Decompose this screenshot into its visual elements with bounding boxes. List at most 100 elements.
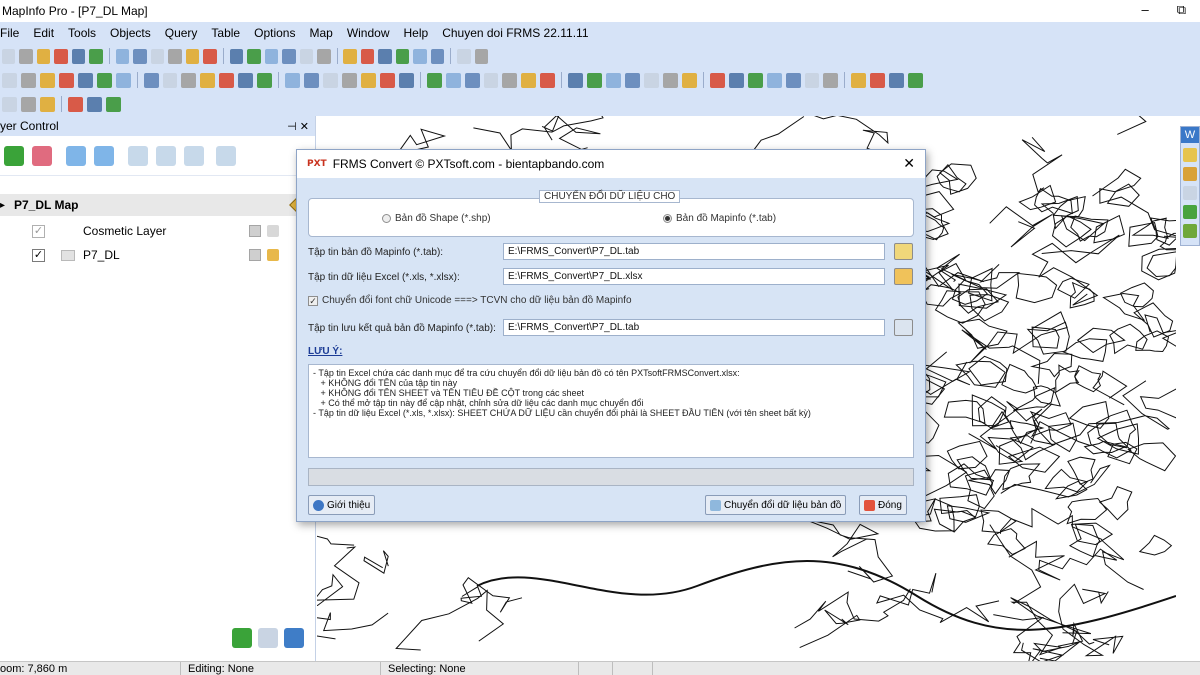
menu-help[interactable]: Help <box>397 26 436 40</box>
layer-row-p7-dl[interactable]: ✓ P7_DL <box>0 244 300 266</box>
toolbar-tool-icon[interactable] <box>395 48 410 64</box>
toolbar-tool-icon[interactable] <box>19 48 33 64</box>
toolbar-tool-icon[interactable] <box>77 72 93 88</box>
toolbar-tool-icon[interactable] <box>87 96 102 112</box>
toolbar-tool-icon[interactable] <box>181 72 197 88</box>
toolbar-tool-icon[interactable] <box>229 48 244 64</box>
layer-properties-icon[interactable] <box>128 145 148 166</box>
toolbar-tool-icon[interactable] <box>804 72 820 88</box>
menu-options[interactable]: Options <box>247 26 302 40</box>
toolbar-tool-icon[interactable] <box>185 48 200 64</box>
toolbar-tool-icon[interactable] <box>445 72 461 88</box>
toolbar-tool-icon[interactable] <box>766 72 782 88</box>
menu-table[interactable]: Table <box>204 26 247 40</box>
tool-icon[interactable] <box>1183 186 1197 200</box>
toolbar-tool-icon[interactable] <box>238 72 254 88</box>
tool-icon[interactable] <box>1183 148 1197 162</box>
toolbar-tool-icon[interactable] <box>662 72 678 88</box>
toolbar-tool-icon[interactable] <box>426 72 442 88</box>
collapse-toggle-icon[interactable]: ▸ <box>0 200 5 211</box>
menu-query[interactable]: Query <box>158 26 205 40</box>
toolbar-tool-icon[interactable] <box>68 96 83 112</box>
radio-mapinfo-dot[interactable] <box>663 214 672 223</box>
remove-layer-icon[interactable] <box>32 145 52 166</box>
toolbar-tool-icon[interactable] <box>464 72 480 88</box>
tool-icon[interactable] <box>1183 224 1197 238</box>
excel-file-input[interactable]: E:\FRMS_Convert\P7_DL.xlsx <box>503 268 885 285</box>
menu-edit[interactable]: Edit <box>26 26 61 40</box>
toolbar-tool-icon[interactable] <box>115 72 131 88</box>
convert-button[interactable]: Chuyển đổi dữ liệu bản đồ <box>705 495 847 515</box>
label-settings-icon[interactable] <box>184 145 204 166</box>
toolbar-tool-icon[interactable] <box>360 72 376 88</box>
toolbar-tool-icon[interactable] <box>282 48 296 64</box>
mapinfo-file-input[interactable]: E:\FRMS_Convert\P7_DL.tab <box>503 243 885 260</box>
toolbar-tool-icon[interactable] <box>378 48 392 64</box>
editable-toggle-icon[interactable] <box>249 249 261 261</box>
toolbar-tool-icon[interactable] <box>39 72 55 88</box>
apply-icon[interactable] <box>232 628 252 648</box>
toolbar-tool-icon[interactable] <box>606 72 622 88</box>
toolbar-tool-icon[interactable] <box>285 72 301 88</box>
toolbar-tool-icon[interactable] <box>247 48 261 64</box>
map-node[interactable]: ▸ P7_DL Map <box>0 194 309 216</box>
toolbar-tool-icon[interactable] <box>200 72 216 88</box>
toolbar-tool-icon[interactable] <box>58 72 74 88</box>
browse-folder-icon[interactable] <box>894 243 913 260</box>
toolbar-tool-icon[interactable] <box>379 72 395 88</box>
toolbar-tool-icon[interactable] <box>398 72 414 88</box>
display-settings-icon[interactable] <box>156 145 176 166</box>
toolbar-tool-icon[interactable] <box>343 48 357 64</box>
toolbar-tool-icon[interactable] <box>143 72 159 88</box>
close-button[interactable]: Đóng <box>859 495 907 515</box>
toolbar-tool-icon[interactable] <box>150 48 165 64</box>
toolbar-tool-icon[interactable] <box>323 72 338 88</box>
browse-folder-icon[interactable] <box>894 268 913 285</box>
toolbar-tool-icon[interactable] <box>21 96 36 112</box>
thematic-icon[interactable] <box>216 145 236 166</box>
toolbar-tool-icon[interactable] <box>587 72 603 88</box>
menu-window[interactable]: Window <box>340 26 397 40</box>
toolbar-tool-icon[interactable] <box>474 48 489 64</box>
p7-dl-visibility-checkbox[interactable]: ✓ <box>32 248 45 262</box>
toolbar-tool-icon[interactable] <box>413 48 427 64</box>
toolbar-tool-icon[interactable] <box>502 72 518 88</box>
minimize-button[interactable]: – <box>1141 2 1148 18</box>
toolbar-tool-icon[interactable] <box>2 72 17 88</box>
toolbar-tool-icon[interactable] <box>304 72 319 88</box>
toolbar-tool-icon[interactable] <box>219 72 235 88</box>
toolbar-tool-icon[interactable] <box>317 48 331 64</box>
toolbar-tool-icon[interactable] <box>115 48 130 64</box>
radio-shape[interactable]: Bản đồ Shape (*.shp) <box>382 213 491 224</box>
toolbar-tool-icon[interactable] <box>89 48 103 64</box>
toolbar-tool-icon[interactable] <box>870 72 886 88</box>
toolbar-tool-icon[interactable] <box>625 72 640 88</box>
toolbar-tool-icon[interactable] <box>483 72 499 88</box>
menu-chuyen-doi-frms[interactable]: Chuyen doi FRMS 22.11.11 <box>435 26 595 40</box>
help-icon[interactable] <box>284 628 304 648</box>
toolbar-tool-icon[interactable] <box>106 96 121 112</box>
menu-map[interactable]: Map <box>302 26 339 40</box>
toolbar-tool-icon[interactable] <box>851 72 867 88</box>
toolbar-tool-icon[interactable] <box>823 72 839 88</box>
toolbar-tool-icon[interactable] <box>360 48 375 64</box>
cosmetic-visibility-checkbox[interactable]: ✓ <box>32 224 45 238</box>
save-file-icon[interactable] <box>894 319 913 336</box>
restore-button[interactable]: ⧉ <box>1177 2 1186 18</box>
toolbar-tool-icon[interactable] <box>889 72 905 88</box>
toolbar-tool-icon[interactable] <box>728 72 744 88</box>
add-layer-icon[interactable] <box>4 145 24 166</box>
toolbar-tool-icon[interactable] <box>20 72 36 88</box>
options-icon[interactable] <box>258 628 278 648</box>
selectable-toggle-icon[interactable] <box>267 249 279 261</box>
toolbar-tool-icon[interactable] <box>40 96 55 112</box>
toolbar-tool-icon[interactable] <box>430 48 445 64</box>
toolbar-tool-icon[interactable] <box>785 72 801 88</box>
unicode-option[interactable]: ✓ Chuyển đổi font chữ Unicode ===> TCVN … <box>308 295 632 306</box>
unicode-checkbox[interactable]: ✓ <box>308 295 318 306</box>
toolbar-tool-icon[interactable] <box>36 48 51 64</box>
radio-mapinfo[interactable]: Bản đồ Mapinfo (*.tab) <box>663 213 776 224</box>
menu-objects[interactable]: Objects <box>103 26 158 40</box>
toolbar-tool-icon[interactable] <box>2 48 16 64</box>
tool-icon[interactable] <box>1183 205 1197 219</box>
